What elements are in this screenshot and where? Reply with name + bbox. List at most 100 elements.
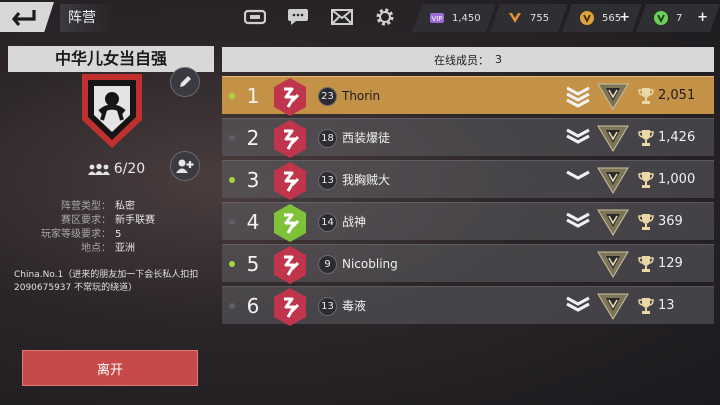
member-rank: 5: [246, 252, 260, 276]
league-requirement-row: 赛区要求： 新手联赛: [8, 214, 214, 228]
silver-coin-icon: [578, 9, 596, 27]
trophy-icon: [638, 171, 654, 189]
member-rank: 6: [246, 294, 260, 318]
member-row[interactable]: 3 13 我胸贼大 1,000: [222, 160, 714, 201]
online-status-dot: [229, 93, 235, 99]
chat-button[interactable]: [286, 6, 310, 28]
member-trophies: 1,000: [658, 172, 696, 187]
add-gold-button[interactable]: +: [697, 10, 708, 25]
detail-value: 私密: [115, 201, 135, 212]
mail-button[interactable]: [330, 6, 354, 28]
member-row[interactable]: 2 18 西装爆徒 1,426: [222, 118, 714, 158]
rank-chevron-icon: [564, 294, 592, 318]
resource-silver[interactable]: 565 +: [562, 4, 642, 32]
resource-gold[interactable]: 7 +: [636, 4, 720, 32]
trophy-icon: [638, 213, 654, 231]
league-tier-icon: [597, 207, 629, 237]
member-level-badge: 9: [318, 255, 337, 274]
detail-label: 玩家等级要求：: [41, 229, 111, 240]
resource-value: 1,450: [452, 12, 481, 24]
online-members-label: 在线成员：: [434, 53, 489, 67]
pencil-icon: [180, 76, 191, 87]
online-status-dot: [229, 135, 235, 141]
rank-chevron-icon: [564, 168, 592, 192]
resource-honor[interactable]: 755: [490, 4, 568, 32]
members-icon: [87, 163, 110, 175]
vip-gem-icon: VIP: [428, 9, 446, 27]
member-row[interactable]: 6 13 毒液 13: [222, 286, 714, 327]
rank-chevron-icon: [564, 252, 592, 276]
member-avatar-icon: [272, 203, 308, 243]
page-title: 阵营: [60, 4, 114, 32]
garage-button[interactable]: [243, 6, 267, 28]
chat-icon: [288, 9, 308, 25]
trophy-icon: [638, 297, 654, 315]
member-avatar-icon: [272, 245, 308, 285]
member-level-badge: 14: [318, 213, 337, 232]
leave-clan-button[interactable]: 离开: [22, 350, 198, 386]
resource-vip[interactable]: VIP 1,450: [412, 4, 496, 32]
clan-details: 阵营类型： 私密 赛区要求： 新手联赛 玩家等级要求： 5 地点： 亚洲: [8, 200, 214, 256]
online-status-dot: [229, 261, 235, 267]
svg-text:VIP: VIP: [431, 15, 442, 23]
clan-emblem-icon: [78, 72, 146, 150]
member-trophies: 369: [658, 214, 683, 229]
member-trophies: 2,051: [658, 88, 696, 103]
detail-value: 新手联赛: [115, 215, 155, 226]
member-rank: 4: [246, 210, 260, 234]
gear-icon: [376, 8, 394, 26]
edit-clan-button[interactable]: [170, 67, 200, 97]
online-status-dot: [229, 219, 235, 225]
settings-button[interactable]: [373, 6, 397, 28]
member-name: 西装爆徒: [342, 131, 391, 145]
honor-chevron-icon: [506, 9, 524, 27]
detail-value: 5: [115, 229, 122, 240]
member-count: 6/20: [76, 160, 156, 178]
member-avatar-icon: [272, 161, 308, 201]
member-row[interactable]: 1 23 Thorin 2,051: [222, 76, 714, 116]
trophy-icon: [638, 255, 654, 273]
member-trophies: 129: [658, 256, 683, 271]
trophy-icon: [638, 129, 654, 147]
member-trophies: 13: [658, 298, 675, 313]
rank-chevron-icon: [564, 210, 592, 234]
location-row: 地点： 亚洲: [8, 242, 214, 256]
detail-label: 阵营类型：: [61, 201, 111, 212]
league-tier-icon: [597, 249, 629, 279]
detail-label: 赛区要求：: [61, 215, 111, 226]
league-tier-icon: [597, 123, 629, 153]
mail-icon: [331, 9, 353, 25]
member-name: 我胸贼大: [342, 173, 391, 187]
league-tier-icon: [597, 291, 629, 321]
member-name: Nicobling: [342, 257, 398, 271]
clan-type-row: 阵营类型： 私密: [8, 200, 214, 214]
invite-member-button[interactable]: [170, 151, 200, 181]
online-members-count: 3: [495, 53, 502, 66]
online-status-dot: [229, 177, 235, 183]
member-level-badge: 13: [318, 297, 337, 316]
member-rank: 1: [246, 84, 260, 108]
member-level-badge: 18: [318, 129, 337, 148]
trophy-icon: [638, 87, 654, 105]
member-count-value: 6/20: [113, 161, 146, 177]
rank-chevron-icon: [564, 84, 592, 108]
gold-gem-icon: [652, 9, 670, 27]
member-trophies: 1,426: [658, 130, 696, 145]
member-level-badge: 23: [318, 87, 337, 106]
detail-label: 地点：: [81, 243, 111, 254]
member-name: 战神: [342, 215, 367, 229]
league-tier-icon: [597, 81, 629, 111]
member-name: 毒液: [342, 299, 367, 313]
member-avatar-icon: [272, 287, 308, 327]
back-arrow-icon: [11, 10, 36, 27]
member-row[interactable]: 4 14 战神 369: [222, 202, 714, 243]
add-silver-button[interactable]: +: [619, 10, 630, 25]
garage-icon: [244, 9, 266, 25]
add-user-icon: [176, 159, 194, 173]
member-level-badge: 13: [318, 171, 337, 190]
rank-chevron-icon: [564, 126, 592, 150]
clan-info-panel: 中华儿女当自强 6/20 阵营类型： 私密 赛区要求： 新手联赛 玩家等级要求：…: [8, 46, 214, 396]
back-button[interactable]: [0, 2, 54, 32]
member-row[interactable]: 5 9 Nicobling 129: [222, 244, 714, 285]
level-requirement-row: 玩家等级要求： 5: [8, 228, 214, 242]
